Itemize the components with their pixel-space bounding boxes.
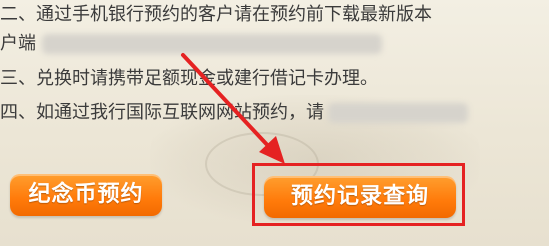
annotation-arrow-icon (181, 53, 285, 164)
